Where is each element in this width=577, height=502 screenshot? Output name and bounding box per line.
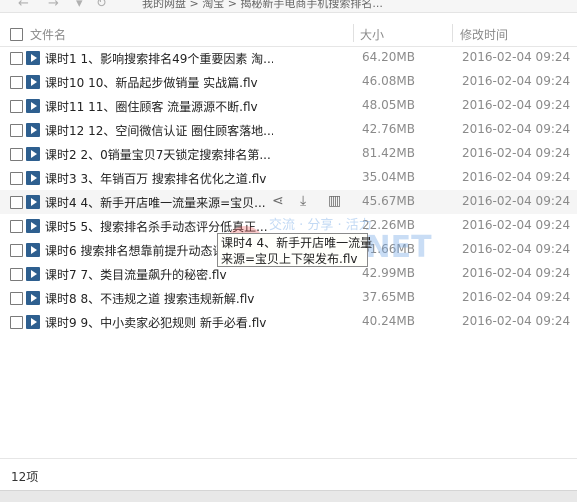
file-name[interactable]: 课时7 7、类目流量飙升的秘密.flv [45, 266, 273, 283]
row-checkbox[interactable] [10, 172, 23, 185]
video-file-icon [26, 195, 40, 209]
file-date: 2016-02-04 09:24 [462, 98, 571, 112]
file-row[interactable]: 课时12 12、空间微信认证 圈住顾客落地... 42.76MB 2016-02… [0, 118, 577, 142]
share-icon[interactable]: ⋖ [272, 193, 284, 209]
back-arrow-icon[interactable]: ← [18, 0, 29, 11]
video-file-icon [26, 171, 40, 185]
video-file-icon [26, 123, 40, 137]
video-file-icon [26, 219, 40, 233]
tooltip-line-1: 课时4 4、新手开店唯一流量 [221, 236, 373, 250]
file-name[interactable]: 课时2 2、0销量宝贝7天锁定搜索排名第... [45, 146, 273, 163]
window-bottom-edge [0, 490, 577, 502]
file-name[interactable]: 课时9 9、中小卖家必犯规则 新手必看.flv [45, 314, 273, 331]
forward-arrow-icon[interactable]: → [48, 0, 59, 11]
row-checkbox[interactable] [10, 196, 23, 209]
row-checkbox[interactable] [10, 292, 23, 305]
file-date: 2016-02-04 09:24 [462, 242, 571, 256]
delete-icon[interactable]: ▥ [328, 193, 341, 209]
file-size: 37.65MB [362, 290, 415, 304]
video-file-icon [26, 291, 40, 305]
column-name[interactable]: 文件名 [30, 26, 66, 43]
file-size: 40.24MB [362, 314, 415, 328]
file-date: 2016-02-04 09:24 [462, 194, 571, 208]
tooltip-line-2: 来源=宝贝上下架发布.flv [221, 252, 358, 266]
row-checkbox[interactable] [10, 220, 23, 233]
item-count: 12项 [11, 470, 39, 484]
select-all-checkbox[interactable] [10, 28, 23, 41]
download-icon[interactable]: ⤓ [300, 193, 306, 209]
file-date: 2016-02-04 09:24 [462, 170, 571, 184]
video-file-icon [26, 51, 40, 65]
video-file-icon [26, 267, 40, 281]
file-name-tooltip: 课时4 4、新手开店唯一流量 来源=宝贝上下架发布.flv [217, 233, 373, 267]
file-name[interactable]: 课时8 8、不违规之道 搜索违规新解.flv [45, 290, 273, 307]
file-size: 22.26MB [362, 218, 415, 232]
dropdown-icon[interactable]: ▾ [76, 0, 83, 11]
file-row[interactable]: 课时9 9、中小卖家必犯规则 新手必看.flv 40.24MB 2016-02-… [0, 310, 577, 334]
file-date: 2016-02-04 09:24 [462, 290, 571, 304]
file-name[interactable]: 课时4 4、新手开店唯一流量来源=宝贝... [45, 194, 273, 211]
refresh-icon[interactable]: ↻ [96, 0, 107, 11]
video-file-icon [26, 243, 40, 257]
row-checkbox[interactable] [10, 148, 23, 161]
row-checkbox[interactable] [10, 316, 23, 329]
file-name[interactable]: 课时12 12、空间微信认证 圈住顾客落地... [45, 122, 273, 139]
row-checkbox[interactable] [10, 76, 23, 89]
video-file-icon [26, 99, 40, 113]
file-size: 81.42MB [362, 146, 415, 160]
file-row[interactable]: 课时11 11、圈住顾客 流量源源不断.flv 48.05MB 2016-02-… [0, 94, 577, 118]
row-checkbox[interactable] [10, 100, 23, 113]
video-file-icon [26, 75, 40, 89]
file-date: 2016-02-04 09:24 [462, 314, 571, 328]
file-date: 2016-02-04 09:24 [462, 266, 571, 280]
video-file-icon [26, 315, 40, 329]
breadcrumb[interactable]: 我的网盘 > 淘宝 > 揭秘新手电商手机搜索排名... [142, 0, 383, 11]
status-bar: 12项 [0, 458, 577, 491]
file-size: 45.67MB [362, 194, 415, 208]
file-name[interactable]: 课时11 11、圈住顾客 流量源源不断.flv [45, 98, 273, 115]
file-size: 42.76MB [362, 122, 415, 136]
file-size: 46.08MB [362, 74, 415, 88]
row-checkbox[interactable] [10, 124, 23, 137]
column-header: 文件名 大小 修改时间 [0, 22, 577, 47]
row-checkbox[interactable] [10, 244, 23, 257]
file-date: 2016-02-04 09:24 [462, 146, 571, 160]
toolbar: ← → ▾ ↻ 我的网盘 > 淘宝 > 揭秘新手电商手机搜索排名... [0, 0, 577, 13]
file-name[interactable]: 课时1 1、影响搜索排名49个重要因素 淘... [45, 50, 273, 67]
file-row[interactable]: 课时10 10、新品起步做销量 实战篇.flv 46.08MB 2016-02-… [0, 70, 577, 94]
file-date: 2016-02-04 09:24 [462, 122, 571, 136]
row-checkbox[interactable] [10, 52, 23, 65]
row-checkbox[interactable] [10, 268, 23, 281]
file-size: 48.05MB [362, 98, 415, 112]
column-size[interactable]: 大小 [360, 26, 384, 43]
file-row[interactable]: 课时8 8、不违规之道 搜索违规新解.flv 37.65MB 2016-02-0… [0, 286, 577, 310]
video-file-icon [26, 147, 40, 161]
file-name[interactable]: 课时10 10、新品起步做销量 实战篇.flv [45, 74, 273, 91]
file-row[interactable]: 课时2 2、0销量宝贝7天锁定搜索排名第... 81.42MB 2016-02-… [0, 142, 577, 166]
file-size: 35.04MB [362, 170, 415, 184]
file-date: 2016-02-04 09:24 [462, 74, 571, 88]
file-size: 42.99MB [362, 266, 415, 280]
column-divider[interactable] [353, 24, 354, 42]
file-row[interactable]: 课时3 3、年销百万 搜索排名优化之道.flv 35.04MB 2016-02-… [0, 166, 577, 190]
file-name[interactable]: 课时3 3、年销百万 搜索排名优化之道.flv [45, 170, 273, 187]
column-divider[interactable] [452, 24, 453, 42]
file-row[interactable]: 课时1 1、影响搜索排名49个重要因素 淘... 64.20MB 2016-02… [0, 46, 577, 70]
file-row-hovered[interactable]: 课时4 4、新手开店唯一流量来源=宝贝... ⋖ ⤓ ▥ 45.67MB 201… [0, 190, 577, 214]
file-date: 2016-02-04 09:24 [462, 50, 571, 64]
column-modified[interactable]: 修改时间 [460, 26, 508, 43]
file-date: 2016-02-04 09:24 [462, 218, 571, 232]
file-size: 64.20MB [362, 50, 415, 64]
